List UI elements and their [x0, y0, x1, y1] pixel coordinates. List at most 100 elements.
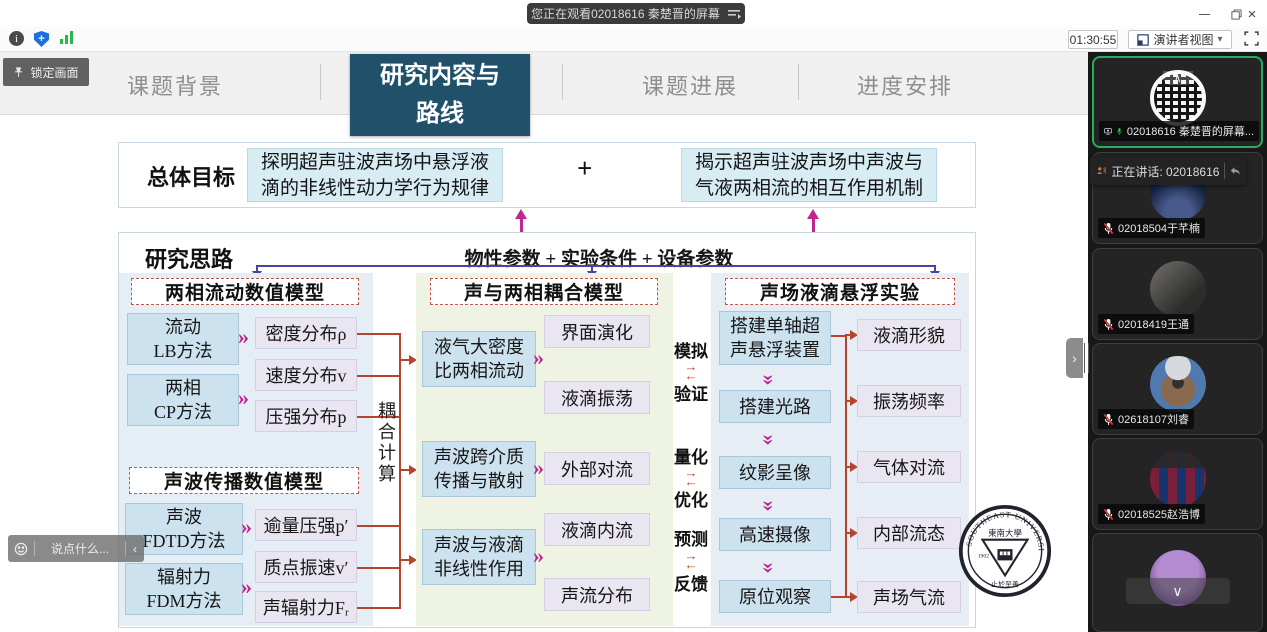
model-line: 声波跨介质 — [434, 445, 524, 469]
participant-name-badge: 02618107刘睿 — [1098, 409, 1194, 429]
participant-name: 02618107刘睿 — [1118, 411, 1189, 427]
video-tile[interactable]: 02618107刘睿 — [1092, 343, 1263, 435]
meeting-info-button[interactable]: i — [9, 31, 25, 47]
model-line: 传播与散射 — [434, 469, 524, 493]
participants-sidebar: ∧ 02018616 秦楚晋的屏幕... 正在讲话: 02018616 秦楚..… — [1088, 52, 1267, 632]
participant-name: 02018504于芊楠 — [1118, 220, 1200, 236]
speaking-person-icon — [1096, 164, 1106, 178]
video-tile[interactable]: 02018419王通 — [1092, 248, 1263, 340]
banner-menu-icon[interactable] — [728, 9, 741, 19]
avatar-man-with-hat — [1150, 356, 1206, 412]
method-line: 辐射力 — [157, 565, 211, 589]
up-arrow — [520, 218, 523, 233]
chevron-right-icon: » — [241, 576, 252, 598]
method-line: 流动 — [165, 315, 201, 339]
research-approach-section: 研究思路 物性参数 + 实验条件 + 设备参数 两相流动数值模型 流动 LB方法… — [118, 232, 976, 628]
screen-share-icon — [1104, 126, 1112, 137]
now-speaking-banner: 正在讲话: 02018616 秦楚... — [1090, 157, 1246, 185]
info-icon: i — [9, 31, 24, 46]
bridge-word: 优化 — [674, 486, 708, 511]
connector-line — [831, 596, 845, 598]
tab-active-research-content[interactable]: 研究内容与 路线 — [350, 54, 530, 136]
sidebar-expand-handle[interactable]: › — [1066, 338, 1083, 378]
fullscreen-button[interactable] — [1244, 31, 1261, 48]
emoji-smiley-icon[interactable] — [8, 542, 34, 556]
col2-header: 声与两相耦合模型 — [430, 278, 658, 305]
model-line: 比两相流动 — [434, 359, 524, 383]
up-arrow — [812, 218, 815, 233]
mic-on-icon — [1116, 125, 1123, 138]
output-interface-evolution: 界面演化 — [544, 315, 650, 348]
participant-name: 02018525赵浩博 — [1118, 506, 1200, 522]
close-button[interactable]: × — [1237, 4, 1267, 24]
reply-arrow-icon[interactable] — [1230, 165, 1240, 177]
connector-line — [831, 335, 845, 337]
participant-name: 02018419王通 — [1118, 316, 1189, 332]
seal-motto: 止於至善 — [991, 580, 1019, 589]
sidebar-drag-handle[interactable] — [1084, 343, 1089, 373]
mic-muted-icon — [1103, 318, 1114, 331]
minimize-icon — [1199, 14, 1210, 15]
layout-view-icon — [1137, 34, 1149, 46]
security-shield-button[interactable]: + — [34, 31, 50, 47]
chevron-down-icon[interactable]: ∨ — [1126, 578, 1230, 604]
method-line: 两相 — [165, 376, 201, 400]
method-box-cp: 两相 CP方法 — [127, 374, 239, 426]
tab-topic-background[interactable]: 课题背景 — [105, 69, 245, 101]
coupling-calculation-label: 耦合 计算 — [375, 401, 399, 485]
double-arrow-icon: →← — [685, 551, 698, 569]
participant-name: 02018616 秦楚晋的屏幕... — [1127, 123, 1254, 139]
goal-left-box: 探明超声驻波声场中悬浮液滴的非线性动力学行为规律 — [247, 148, 503, 202]
avatar-cat-photo — [1150, 261, 1206, 317]
active-tab-line1: 研究内容与 — [350, 57, 530, 95]
chat-input-placeholder[interactable]: 说点什么... — [35, 540, 125, 557]
connector-line — [399, 333, 401, 609]
method-line: 声波 — [166, 505, 202, 529]
tab-topic-progress[interactable]: 课题进展 — [600, 69, 780, 101]
video-tile[interactable]: ∨ — [1092, 533, 1263, 632]
minimize-button[interactable] — [1189, 4, 1219, 24]
pin-icon — [13, 66, 24, 78]
method-line: FDM方法 — [146, 589, 221, 613]
speaker-view-button[interactable]: 演讲者视图 ▾ — [1128, 30, 1232, 49]
method-line: FDTD方法 — [142, 529, 225, 553]
chevron-down-icon: » — [759, 501, 781, 512]
participant-name-badge: 02018616 秦楚晋的屏幕... — [1099, 121, 1259, 141]
network-signal-button[interactable] — [60, 31, 76, 47]
connector-line — [256, 265, 936, 267]
tab-schedule[interactable]: 进度安排 — [825, 69, 985, 101]
model-line: 液气大密度 — [434, 335, 524, 359]
chevron-up-icon[interactable]: ∧ — [1163, 71, 1193, 85]
mic-muted-icon — [1103, 222, 1114, 235]
speaker-view-label: 演讲者视图 — [1153, 31, 1213, 48]
video-tile[interactable]: 02018525赵浩博 — [1092, 438, 1263, 530]
chat-collapse-icon[interactable]: ‹ — [126, 542, 144, 556]
divider — [1224, 163, 1225, 179]
shared-screen-slide: 课题背景 课题进展 进度安排 研究内容与 路线 锁定画面 总体目标 探明超声驻波… — [0, 52, 1088, 632]
meeting-timer: 01:30:55 — [1068, 30, 1118, 49]
overall-goal-section: 总体目标 探明超声驻波声场中悬浮液滴的非线性动力学行为规律 + 揭示超声驻波声场… — [118, 142, 976, 208]
chevron-right-icon: › — [1072, 350, 1077, 366]
fullscreen-icon — [1244, 31, 1259, 46]
chevron-down-icon: » — [759, 563, 781, 574]
chevron-right-icon: » — [241, 516, 252, 538]
bridge-word: 反馈 — [674, 570, 708, 595]
output-droplet-morphology: 液滴形貌 — [857, 319, 961, 351]
lock-screen-button[interactable]: 锁定画面 — [3, 58, 89, 86]
output-velocity: 速度分布v — [255, 359, 357, 391]
step-line: 声悬浮装置 — [730, 338, 820, 362]
chevron-right-icon: » — [533, 347, 544, 369]
goal-right-box: 揭示超声驻波声场中声波与气液两相流的相互作用机制 — [681, 148, 937, 202]
chat-quick-bar[interactable]: 说点什么... ‹ — [8, 535, 144, 562]
double-arrow-icon: →← — [685, 362, 698, 380]
chevron-down-icon: » — [759, 375, 781, 386]
method-line: LB方法 — [153, 339, 212, 363]
video-tile-screen-share[interactable]: ∧ 02018616 秦楚晋的屏幕... — [1092, 56, 1263, 148]
output-density: 密度分布ρ — [255, 317, 357, 349]
bridge-simulate-validate: 模拟 →← 验证 — [671, 337, 711, 405]
participant-name-badge: 02018419王通 — [1098, 314, 1194, 334]
step-line: 搭建单轴超 — [730, 314, 820, 338]
signal-bars-icon — [60, 31, 76, 44]
step-build-levitator: 搭建单轴超 声悬浮装置 — [719, 311, 831, 365]
bridge-quantify-optimize: 量化 →← 优化 — [671, 443, 711, 511]
